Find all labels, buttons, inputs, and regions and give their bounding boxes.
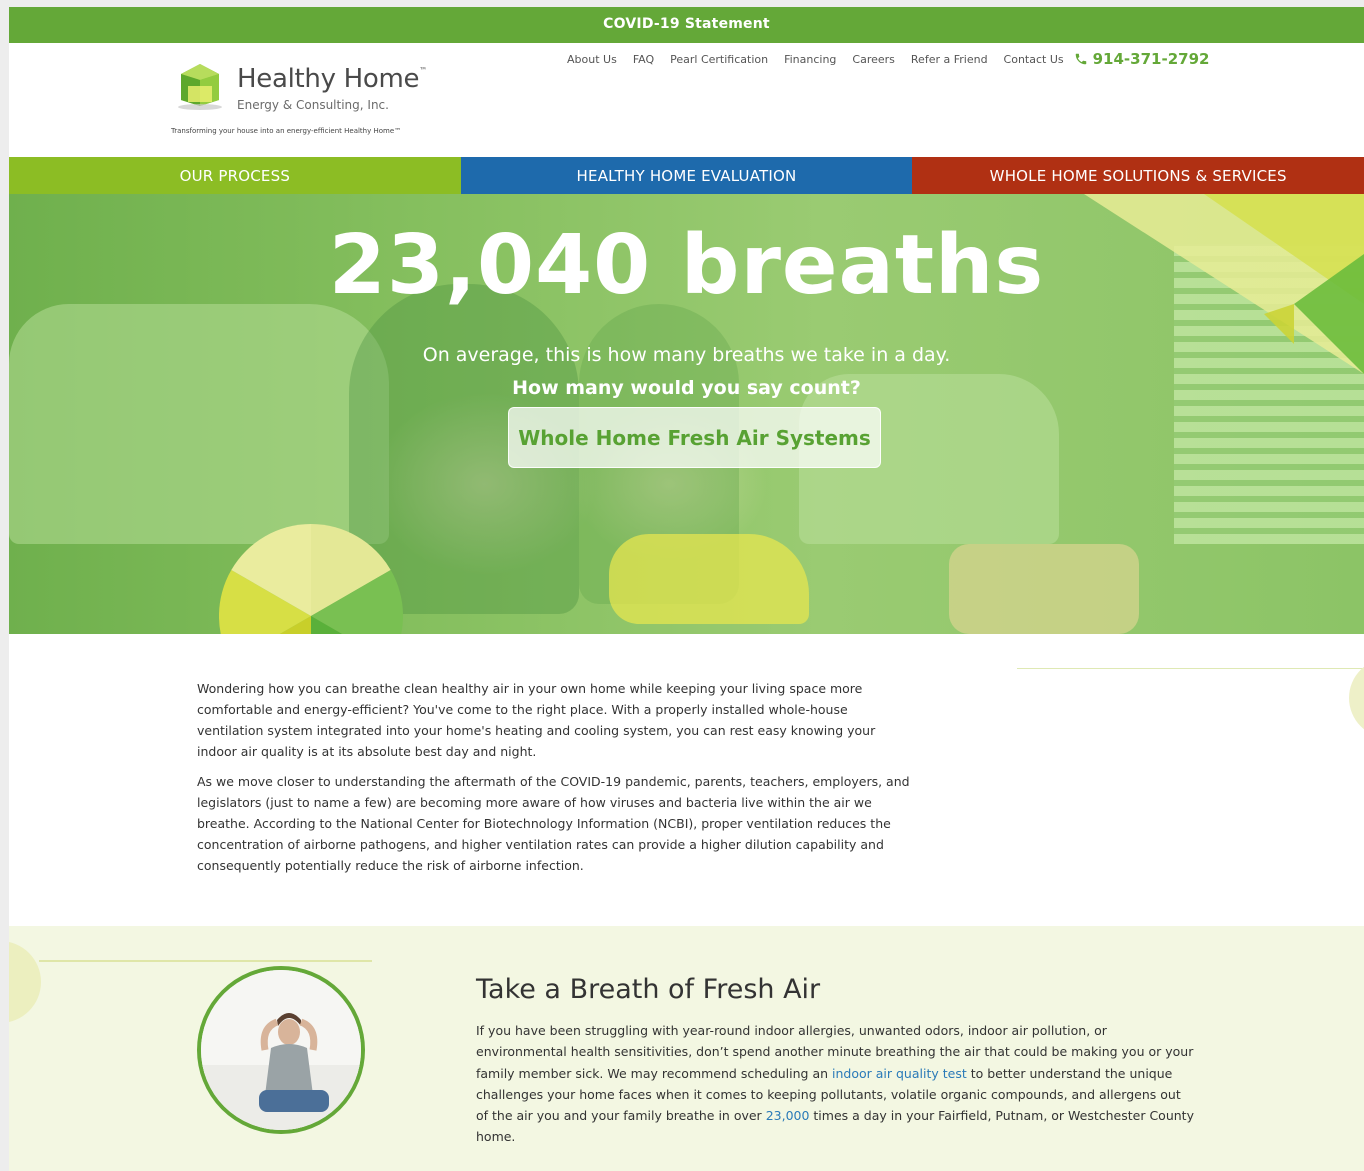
nav-faq[interactable]: FAQ — [633, 53, 654, 66]
tab-our-process[interactable]: OUR PROCESS — [9, 157, 461, 194]
hero-photo-laundry — [609, 534, 809, 624]
logo[interactable]: Healthy Home™ Energy & Consulting, Inc. — [175, 58, 475, 118]
woman-relaxing-illustration — [201, 970, 361, 1130]
nav-about-us[interactable]: About Us — [567, 53, 617, 66]
tab-whole-home-solutions[interactable]: WHOLE HOME SOLUTIONS & SERVICES — [912, 157, 1364, 194]
tab-healthy-home-evaluation[interactable]: HEALTHY HOME EVALUATION — [460, 157, 913, 194]
nav-contact-us[interactable]: Contact Us — [1004, 53, 1064, 66]
hero-banner: 23,040 breaths On average, this is how m… — [9, 194, 1364, 634]
decorative-line — [1017, 668, 1364, 669]
breaths-count-link[interactable]: 23,000 — [766, 1108, 810, 1123]
decorative-pie — [219, 524, 403, 634]
intro-text: Wondering how you can breathe clean heal… — [197, 678, 917, 885]
hero-subtitle: On average, this is how many breaths we … — [422, 344, 951, 366]
phone-icon — [1075, 53, 1086, 65]
woman-relaxing-photo — [197, 966, 365, 1134]
fresh-air-systems-button[interactable]: Whole Home Fresh Air Systems — [508, 407, 881, 468]
hero-question: How many would you say count? — [512, 377, 861, 399]
house-logo-icon — [178, 64, 222, 110]
brand-subtitle: Energy & Consulting, Inc. — [237, 98, 389, 112]
nav-careers[interactable]: Careers — [852, 53, 895, 66]
top-navigation: About Us FAQ Pearl Certification Financi… — [567, 50, 1209, 68]
covid-statement-link[interactable]: COVID-19 Statement — [603, 16, 770, 32]
decorative-circle — [9, 941, 41, 1023]
brand-tagline: Transforming your house into an energy-e… — [171, 127, 402, 135]
page-frame: COVID-19 Statement Healthy Home™ Energy … — [9, 7, 1364, 1171]
phone-number: 914-371-2792 — [1092, 50, 1210, 68]
nav-refer-a-friend[interactable]: Refer a Friend — [911, 53, 988, 66]
phone-link[interactable]: 914-371-2792 — [1074, 50, 1210, 68]
indoor-air-quality-test-link[interactable]: indoor air quality test — [832, 1066, 967, 1081]
decorative-line — [39, 960, 372, 962]
hero-title: 23,040 breaths — [328, 218, 1045, 313]
fresh-air-heading: Take a Breath of Fresh Air — [476, 974, 821, 1005]
hero-photo-sofa — [9, 304, 389, 544]
intro-paragraph-2: As we move closer to understanding the a… — [197, 774, 910, 873]
site-header: Healthy Home™ Energy & Consulting, Inc. … — [9, 43, 1364, 157]
brand-name: Healthy Home™ — [237, 64, 427, 94]
fresh-air-text: If you have been struggling with year-ro… — [476, 1023, 1194, 1145]
main-navigation: OUR PROCESS HEALTHY HOME EVALUATION WHOL… — [9, 157, 1364, 194]
intro-paragraph-1: Wondering how you can breathe clean heal… — [197, 681, 876, 759]
covid-statement-bar[interactable]: COVID-19 Statement — [9, 7, 1364, 43]
hero-photo-basket — [949, 544, 1139, 634]
nav-financing[interactable]: Financing — [784, 53, 836, 66]
fresh-air-section: Take a Breath of Fresh Air If you have b… — [9, 926, 1364, 1171]
nav-pearl-certification[interactable]: Pearl Certification — [670, 53, 768, 66]
intro-section: Wondering how you can breathe clean heal… — [9, 634, 1364, 926]
decorative-circle — [1349, 658, 1364, 738]
